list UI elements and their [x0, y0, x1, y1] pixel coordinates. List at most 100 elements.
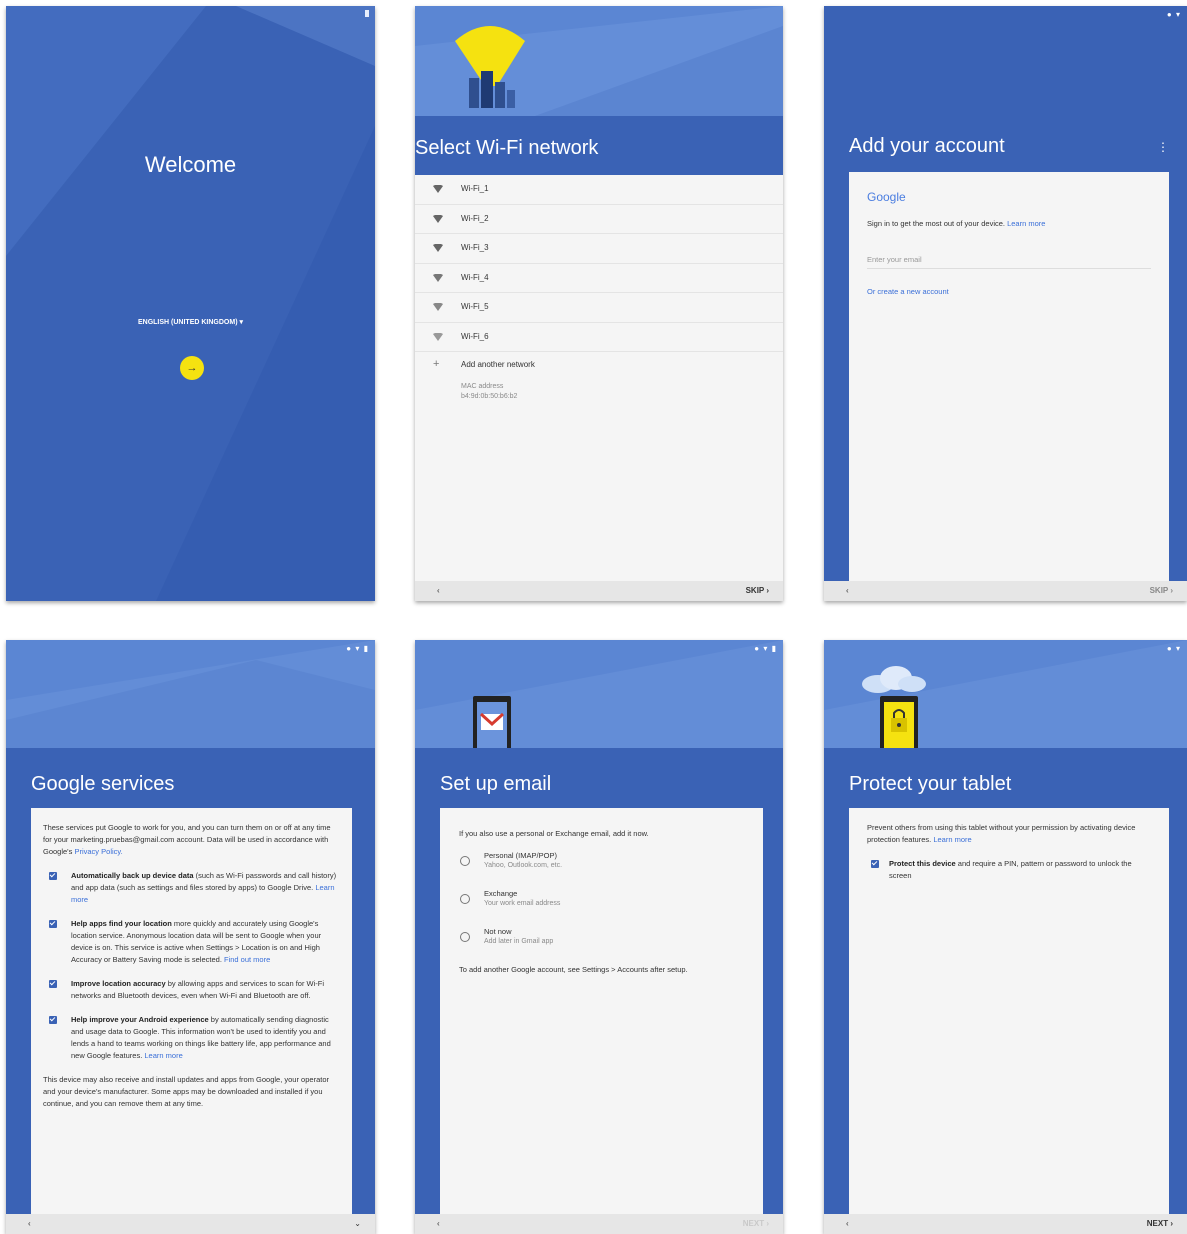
navigation-bar: ‹ NEXT ›: [824, 1214, 1187, 1234]
mac-value: b4:9d:0b:50:b6:b2: [461, 393, 518, 400]
back-button[interactable]: ‹: [437, 586, 440, 595]
back-button[interactable]: ‹: [846, 586, 849, 595]
wifi-network-name: Wi-Fi_5: [461, 302, 489, 311]
wifi-network-name: Wi-Fi_4: [461, 272, 489, 282]
language-selector[interactable]: ENGLISH (UNITED KINGDOM) ▾: [6, 318, 375, 326]
next-button[interactable]: NEXT ›: [1147, 1219, 1173, 1228]
checkbox-checked[interactable]: [49, 872, 57, 880]
wifi-signal-icon: [433, 244, 443, 252]
signin-card: Google Sign in to get the most out of yo…: [849, 172, 1169, 581]
background-pattern: [6, 6, 375, 601]
wifi-network-row[interactable]: Wi-Fi_3: [415, 234, 783, 264]
checkbox-checked[interactable]: [49, 980, 57, 988]
find-out-more-link[interactable]: Find out more: [224, 955, 270, 964]
wifi-network-row[interactable]: Wi-Fi_5: [415, 293, 783, 323]
radio-unselected[interactable]: [460, 932, 470, 942]
status-bar: ● ▾ ▮: [754, 644, 777, 653]
location-option[interactable]: Help apps find your location more quickl…: [43, 918, 340, 966]
signin-text: Sign in to get the most out of your devi…: [867, 219, 1046, 228]
add-account-screen: ● ▾ Add your account ⋮ Google Sign in to…: [824, 6, 1187, 601]
start-button[interactable]: →: [180, 356, 204, 380]
not-now-option[interactable]: Not now Add later in Gmail app: [440, 926, 763, 964]
learn-more-link[interactable]: Learn more: [1007, 219, 1045, 228]
hero-area: [824, 640, 1187, 748]
radio-unselected[interactable]: [460, 856, 470, 866]
hero-area: [415, 6, 783, 116]
add-network-row[interactable]: + Add another network: [415, 352, 783, 378]
wifi-signal-icon: [433, 273, 443, 282]
status-bar: [365, 10, 369, 19]
overflow-menu-icon[interactable]: ⋮: [1157, 140, 1169, 154]
checkbox-checked[interactable]: [49, 920, 57, 928]
protect-device-option[interactable]: Protect this device and require a PIN, p…: [867, 858, 1151, 882]
location-accuracy-option[interactable]: Improve location accuracy by allowing ap…: [43, 978, 340, 1002]
status-bar: ● ▾: [1166, 10, 1181, 19]
wifi-network-row[interactable]: Wi-Fi_4: [415, 264, 783, 293]
back-button[interactable]: ‹: [28, 1219, 31, 1228]
wifi-city-illustration: [455, 26, 525, 108]
hero-background: [415, 640, 783, 748]
accounts-note: To add another Google account, see Setti…: [459, 965, 688, 974]
page-title: Protect your tablet: [849, 773, 1012, 795]
navigation-bar: ‹ SKIP ›: [824, 581, 1187, 601]
page-title: Select Wi-Fi network: [415, 137, 599, 159]
wifi-network-row[interactable]: Wi-Fi_2: [415, 205, 783, 234]
scroll-more-button[interactable]: ⌄: [354, 1219, 361, 1228]
services-card: These services put Google to work for yo…: [31, 808, 352, 1214]
protection-card: Prevent others from using this tablet wi…: [849, 808, 1169, 1214]
wifi-signal-icon: [433, 303, 443, 311]
email-input[interactable]: Enter your email: [867, 255, 1151, 269]
welcome-screen: Welcome ENGLISH (UNITED KINGDOM) ▾ →: [6, 6, 375, 601]
skip-button[interactable]: SKIP ›: [1150, 586, 1173, 595]
navigation-bar: ‹ ⌄: [6, 1214, 375, 1234]
next-button[interactable]: NEXT ›: [743, 1219, 769, 1228]
wifi-signal-icon: [433, 332, 443, 341]
diagnostics-option[interactable]: Help improve your Android experience by …: [43, 1014, 340, 1062]
page-title: Add your account: [849, 135, 1005, 157]
arrow-right-icon: →: [186, 362, 198, 374]
cloud-icon: [862, 666, 926, 693]
wifi-list: Wi-Fi_1 Wi-Fi_2 Wi-Fi_3 Wi-Fi_4 Wi-Fi_5 …: [415, 175, 783, 581]
protection-intro: Prevent others from using this tablet wi…: [867, 823, 1136, 844]
hero-area: [6, 640, 375, 748]
google-logo: Google: [867, 190, 906, 204]
create-account-link[interactable]: Or create a new account: [867, 287, 949, 296]
navigation-bar: ‹ SKIP ›: [415, 581, 783, 601]
add-network-label: Add another network: [461, 360, 535, 369]
back-button[interactable]: ‹: [846, 1219, 849, 1228]
radio-unselected[interactable]: [460, 894, 470, 904]
wifi-network-row[interactable]: Wi-Fi_6: [415, 323, 783, 352]
learn-more-link[interactable]: Learn more: [144, 1051, 182, 1060]
back-button[interactable]: ‹: [437, 1219, 440, 1228]
wifi-network-row[interactable]: Wi-Fi_1: [415, 175, 783, 205]
mac-label: MAC address: [461, 383, 504, 390]
google-services-screen: ● ▾ ▮ Google services These services put…: [6, 640, 375, 1234]
updates-text: This device may also receive and install…: [43, 1075, 329, 1108]
wifi-network-name: Wi-Fi_6: [461, 331, 489, 341]
personal-email-option[interactable]: Personal (IMAP/POP) Yahoo, Outlook.com, …: [440, 850, 763, 888]
checkbox-checked[interactable]: [871, 860, 879, 868]
wifi-network-name: Wi-Fi_1: [461, 184, 489, 193]
skip-button[interactable]: SKIP ›: [746, 586, 769, 595]
exchange-email-option[interactable]: Exchange Your work email address: [440, 888, 763, 926]
page-title: Set up email: [440, 773, 552, 795]
welcome-title: Welcome: [144, 152, 237, 177]
page-title: Google services: [31, 773, 175, 795]
plus-icon: +: [433, 358, 440, 370]
intro-text: These services put Google to work for yo…: [43, 823, 331, 856]
status-bar: ● ▾: [1166, 644, 1181, 653]
setup-email-screen: ● ▾ ▮ Set up email If you also use a per…: [415, 640, 783, 1234]
hero-background: [6, 640, 375, 748]
hero-area: [415, 640, 783, 748]
privacy-policy-link[interactable]: Privacy Policy.: [74, 847, 122, 856]
status-bar: ● ▾ ▮: [346, 644, 369, 653]
gmail-tablet-illustration: [473, 696, 511, 748]
learn-more-link[interactable]: Learn more: [933, 835, 971, 844]
checkbox-checked[interactable]: [49, 1016, 57, 1024]
wifi-screen: Select Wi-Fi network Wi-Fi_1 Wi-Fi_2 Wi-…: [415, 6, 783, 601]
email-intro: If you also use a personal or Exchange e…: [459, 829, 649, 838]
lock-tablet-illustration: [880, 696, 918, 748]
wifi-network-name: Wi-Fi_3: [461, 243, 489, 252]
backup-option[interactable]: Automatically back up device data (such …: [43, 870, 340, 906]
email-options-card: If you also use a personal or Exchange e…: [440, 808, 763, 1214]
